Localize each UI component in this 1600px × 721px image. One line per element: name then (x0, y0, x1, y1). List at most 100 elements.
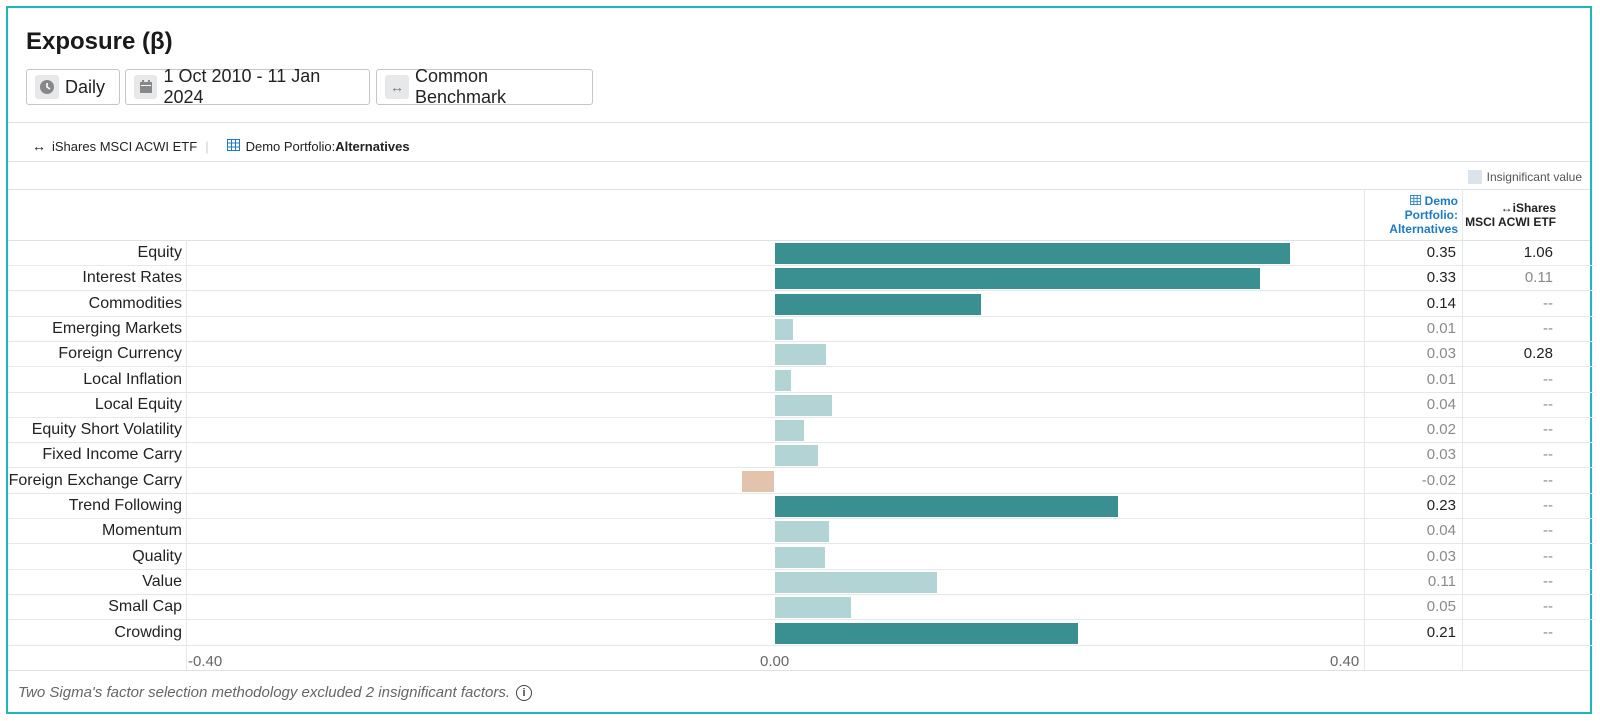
benchmark-label: Common Benchmark (415, 66, 507, 107)
bar-local-equity[interactable] (775, 394, 833, 416)
bar-quality[interactable] (775, 546, 825, 568)
table-row: Foreign Currency 0.03 0.28 (8, 342, 1594, 368)
bar-value[interactable] (775, 571, 937, 593)
arrows-horizontal-icon: ↔ (385, 75, 409, 99)
benchmark-header-line2: MSCI ACWI ETF (1465, 215, 1556, 229)
bar-small-cap[interactable] (775, 597, 852, 619)
portfolio-value: 0.23 (1426, 497, 1456, 514)
clock-icon (35, 75, 59, 99)
portfolio-value: 0.35 (1426, 244, 1456, 261)
table-row: Local Inflation 0.01 -- (8, 368, 1594, 393)
exposure-panel: Exposure (β) Daily 1 Oct 2010 - 11 Jan 2… (6, 6, 1594, 714)
arrows-horizontal-icon: ↔ (1500, 201, 1513, 215)
legend-portfolio-prefix: Demo Portfolio: (245, 138, 336, 154)
bar-trend-following[interactable] (775, 496, 1118, 517)
table-row: Commodities 0.14 -- (8, 292, 1594, 317)
category-label: Quality (132, 547, 182, 565)
portfolio-header-line2: Portfolio: (1404, 208, 1458, 222)
insignificant-legend: Insignificant value (1467, 170, 1582, 184)
category-label: Fixed Income Carry (42, 446, 182, 464)
x-tick-label: 0.40 (1330, 653, 1360, 670)
table-row: Fixed Income Carry 0.03 -- (8, 443, 1594, 469)
portfolio-value: 0.01 (1426, 319, 1456, 337)
footnote-text: Two Sigma's factor selection methodology… (18, 684, 510, 701)
benchmark-value: -- (1543, 294, 1553, 312)
benchmark-value: -- (1543, 572, 1553, 590)
bar-foreign-currency[interactable] (775, 344, 827, 366)
portfolio-value: 0.21 (1426, 623, 1456, 641)
table-grid-icon (226, 138, 240, 154)
portfolio-value: 0.01 (1426, 370, 1456, 388)
bar-emerging-markets[interactable] (775, 318, 793, 340)
category-label: Crowding (114, 623, 182, 641)
benchmark-value: -- (1543, 471, 1553, 489)
benchmark-value: 0.11 (1524, 269, 1553, 287)
benchmark-value: 1.06 (1523, 244, 1553, 261)
info-icon[interactable]: i (516, 684, 532, 701)
divider (8, 189, 1590, 190)
divider (8, 161, 1590, 162)
legend: ↔ iShares MSCI ACWI ETF | Demo Portfolio… (32, 138, 410, 154)
frequency-button[interactable]: Daily (26, 69, 120, 105)
bar-equity[interactable] (775, 243, 1290, 264)
legend-portfolio-name: Alternatives (335, 138, 410, 154)
table-row: Local Equity 0.04 -- (8, 393, 1594, 418)
x-tick-label: -0.40 (188, 653, 223, 670)
category-label: Local Equity (94, 395, 182, 413)
date-range-label: 1 Oct 2010 - 11 Jan 2024 (163, 66, 321, 107)
category-label: Equity Short Volatility (31, 421, 182, 439)
category-label: Foreign Exchange Carry (8, 471, 182, 489)
table-row: Momentum 0.04 -- (8, 519, 1594, 545)
page-title: Exposure (β) (26, 28, 173, 55)
portfolio-value: 0.14 (1426, 294, 1456, 312)
table-row: Emerging Markets 0.01 -- (8, 317, 1594, 342)
category-label: Commodities (88, 294, 182, 312)
benchmark-value: -- (1543, 421, 1553, 439)
bar-local-inflation[interactable] (775, 369, 792, 391)
benchmark-value: -- (1543, 547, 1553, 565)
category-label: Equity (137, 244, 182, 261)
benchmark-value: -- (1543, 395, 1553, 413)
bar-momentum[interactable] (775, 521, 830, 543)
bar-equity-short-volatility[interactable] (775, 420, 805, 442)
benchmark-value: -- (1543, 446, 1553, 464)
portfolio-value: 0.03 (1426, 345, 1456, 363)
bar-commodities[interactable] (775, 293, 981, 315)
bar-crowding[interactable] (775, 622, 1078, 644)
bar-interest-rates[interactable] (775, 268, 1261, 290)
benchmark-header-line1: iShares (1512, 201, 1556, 215)
portfolio-header-line1: Demo (1424, 194, 1458, 208)
category-label: Interest Rates (82, 269, 182, 287)
benchmark-value: 0.28 (1523, 345, 1553, 363)
category-label: Small Cap (108, 598, 182, 616)
x-tick-label: 0.00 (760, 653, 790, 670)
divider (8, 670, 1590, 671)
category-label: Momentum (101, 522, 182, 540)
divider (8, 122, 1590, 123)
portfolio-header-line3: Alternatives (1389, 222, 1458, 236)
bar-fixed-income-carry[interactable] (775, 445, 818, 467)
portfolio-value: 0.04 (1426, 522, 1456, 540)
portfolio-value: -0.02 (1421, 471, 1456, 489)
portfolio-value: 0.03 (1426, 446, 1456, 464)
table-row: Equity 0.35 1.06 (8, 241, 1594, 266)
table-row: Trend Following 0.23 -- (8, 494, 1594, 519)
date-range-button[interactable]: 1 Oct 2010 - 11 Jan 2024 (125, 66, 370, 107)
arrows-horizontal-icon: ↔ (32, 138, 46, 154)
portfolio-column-header: Demo Portfolio: Alternatives (1364, 194, 1458, 236)
benchmark-value: -- (1543, 370, 1553, 388)
benchmark-value: -- (1543, 497, 1553, 514)
portfolio-value: 0.02 (1426, 421, 1456, 439)
benchmark-value: -- (1543, 623, 1553, 641)
frequency-label: Daily (65, 76, 106, 97)
table-row: Crowding 0.21 -- (8, 621, 1594, 646)
category-label: Value (142, 572, 182, 590)
benchmark-button[interactable]: ↔ Common Benchmark (376, 66, 593, 107)
bar-foreign-exchange-carry[interactable] (741, 470, 774, 492)
legend-benchmark-name: iShares MSCI ACWI ETF (52, 138, 198, 154)
legend-separator: | (205, 138, 209, 154)
category-label: Foreign Currency (58, 345, 182, 363)
table-row: Foreign Exchange Carry -0.02 -- (8, 469, 1594, 494)
benchmark-value: -- (1543, 522, 1553, 540)
calendar-icon (134, 75, 158, 99)
